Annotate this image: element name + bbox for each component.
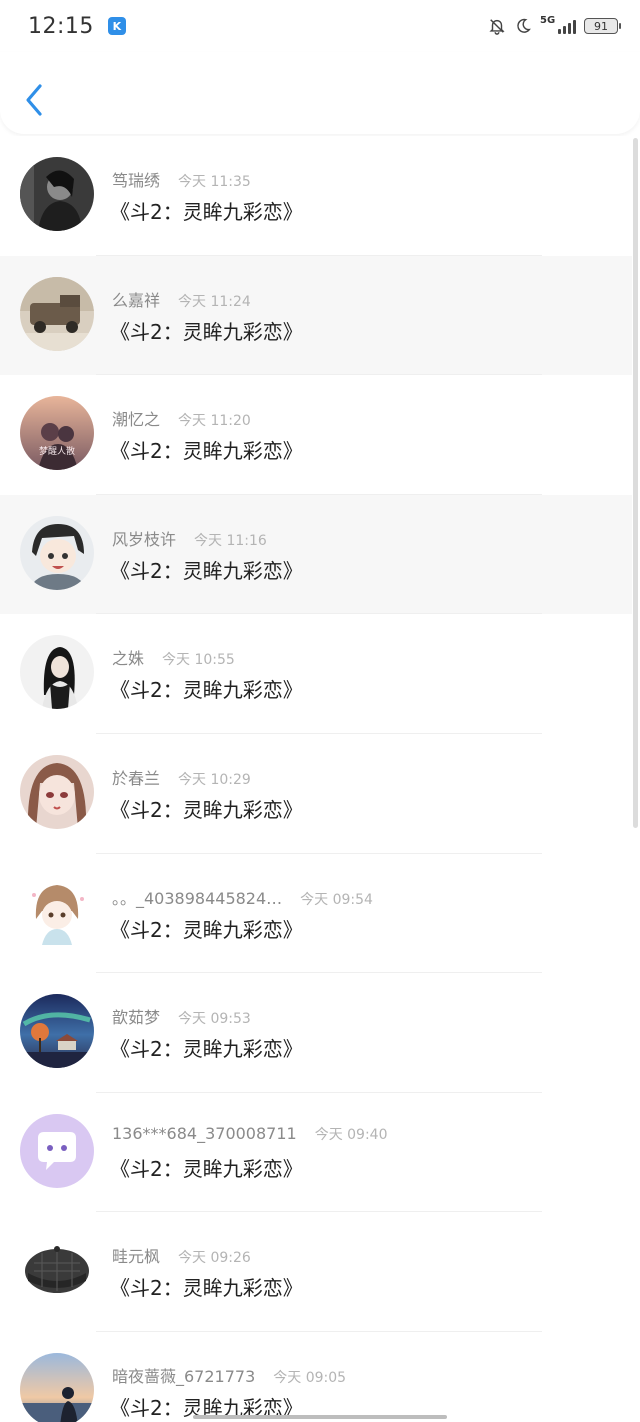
list-item[interactable]: 之姝 今天 10:55 《斗2：灵眸九彩恋》 xyxy=(0,614,632,734)
list-item[interactable]: 畦元枫 今天 09:26 《斗2：灵眸九彩恋》 xyxy=(0,1212,632,1332)
status-time: 12:15 xyxy=(28,13,94,39)
avatar[interactable] xyxy=(20,1113,94,1188)
comment-text: 《斗2：灵眸九彩恋》 xyxy=(110,200,303,224)
list-item[interactable]: 笃瑞绣 今天 11:35 《斗2：灵眸九彩恋》 xyxy=(0,136,632,256)
user-name[interactable]: 么嘉祥 xyxy=(112,287,160,311)
home-indicator[interactable] xyxy=(193,1415,447,1419)
item-meta: 暗夜蔷薇_6721773 今天 09:05 xyxy=(112,1363,346,1387)
item-meta: 之姝 今天 10:55 xyxy=(112,645,235,669)
comment-text: 《斗2：灵眸九彩恋》 xyxy=(110,797,303,822)
list-item[interactable]: 梦醒人散 潮忆之 今天 11:20 《斗2：灵眸九彩恋》 xyxy=(0,375,632,495)
timestamp: 今天 11:20 xyxy=(178,413,251,430)
bell-off-icon xyxy=(489,19,505,35)
status-bar: 12:15 K 5G 91 xyxy=(0,0,640,52)
top-nav xyxy=(0,52,640,134)
avatar[interactable] xyxy=(20,635,94,710)
timestamp: 今天 11:24 xyxy=(178,293,251,310)
item-meta: 潮忆之 今天 11:20 xyxy=(112,406,251,430)
user-name[interactable]: 潮忆之 xyxy=(112,406,160,430)
timestamp: 今天 09:26 xyxy=(178,1250,251,1267)
timestamp: 今天 11:35 xyxy=(178,174,251,190)
user-name[interactable]: 136***684_370008711 xyxy=(112,1124,297,1143)
item-meta: 歆茹梦 今天 09:53 xyxy=(112,1004,251,1028)
user-name[interactable]: 之姝 xyxy=(112,645,144,669)
comment-text: 《斗2：灵眸九彩恋》 xyxy=(110,678,303,703)
comment-text: 《斗2：灵眸九彩恋》 xyxy=(110,1276,303,1301)
user-name[interactable]: 。。_403898445824… xyxy=(112,885,282,909)
user-name[interactable]: 暗夜蔷薇_6721773 xyxy=(112,1363,255,1387)
moon-icon xyxy=(517,18,531,33)
timestamp: 今天 11:16 xyxy=(194,532,267,549)
avatar[interactable] xyxy=(20,1233,94,1308)
user-name[interactable]: 风岁枝许 xyxy=(112,526,176,550)
avatar[interactable] xyxy=(20,515,94,590)
scrollbar[interactable] xyxy=(633,138,638,828)
comment-text: 《斗2：灵眸九彩恋》 xyxy=(110,439,303,464)
network-label: 5G xyxy=(540,15,556,26)
list-item[interactable]: 风岁枝许 今天 11:16 《斗2：灵眸九彩恋》 xyxy=(0,494,632,615)
timestamp: 今天 10:29 xyxy=(178,771,251,788)
item-meta: 。。_403898445824… 今天 09:54 xyxy=(112,885,373,909)
avatar[interactable] xyxy=(20,276,94,351)
comment-text: 《斗2：灵眸九彩恋》 xyxy=(110,1037,303,1062)
user-name[interactable]: 畦元枫 xyxy=(112,1243,160,1267)
app-notification-icon: K xyxy=(107,17,126,35)
avatar[interactable] xyxy=(20,1352,94,1422)
item-meta: 於春兰 今天 10:29 xyxy=(112,765,251,789)
comment-text: 《斗2：灵眸九彩恋》 xyxy=(110,1156,303,1181)
timestamp: 今天 09:40 xyxy=(314,1126,388,1143)
list-item[interactable]: 歆茹梦 今天 09:53 《斗2：灵眸九彩恋》 xyxy=(0,973,632,1093)
comment-text: 《斗2：灵眸九彩恋》 xyxy=(110,558,303,583)
item-meta: 畦元枫 今天 09:26 xyxy=(112,1243,251,1267)
list-item[interactable]: 暗夜蔷薇_6721773 今天 09:05 《斗2：灵眸九彩恋》 xyxy=(0,1331,632,1422)
chevron-left-icon[interactable] xyxy=(18,80,52,120)
timestamp: 今天 10:55 xyxy=(162,652,235,669)
timestamp: 今天 09:54 xyxy=(300,891,373,908)
comment-text: 《斗2：灵眸九彩恋》 xyxy=(110,319,303,344)
comment-text: 《斗2：灵眸九彩恋》 xyxy=(110,917,303,942)
user-name[interactable]: 笃瑞绣 xyxy=(112,167,160,191)
avatar[interactable]: 梦醒人散 xyxy=(20,396,94,471)
avatar[interactable] xyxy=(20,994,94,1069)
item-meta: 笃瑞绣 今天 11:35 xyxy=(112,167,251,191)
item-meta: 风岁枝许 今天 11:16 xyxy=(112,526,267,550)
timestamp: 今天 09:05 xyxy=(273,1369,347,1386)
list-item[interactable]: 於春兰 今天 10:29 《斗2：灵眸九彩恋》 xyxy=(0,733,632,854)
status-icons: 5G 91 xyxy=(488,15,621,35)
avatar[interactable] xyxy=(20,874,94,949)
svg-text:梦醒人散: 梦醒人散 xyxy=(39,445,75,457)
user-name[interactable]: 歆茹梦 xyxy=(112,1004,160,1028)
comment-list: 笃瑞绣 今天 11:35 《斗2：灵眸九彩恋》 么嘉祥 今天 11:24 《斗2… xyxy=(0,136,632,1422)
list-item[interactable]: 。。_403898445824… 今天 09:54 《斗2：灵眸九彩恋》 xyxy=(0,853,632,974)
item-meta: 么嘉祥 今天 11:24 xyxy=(112,287,251,311)
list-item[interactable]: 136***684_370008711 今天 09:40 《斗2：灵眸九彩恋》 xyxy=(0,1092,632,1213)
list-item[interactable]: 么嘉祥 今天 11:24 《斗2：灵眸九彩恋》 xyxy=(0,255,632,376)
item-meta: 136***684_370008711 今天 09:40 xyxy=(112,1124,388,1144)
timestamp: 今天 09:53 xyxy=(178,1011,251,1028)
avatar[interactable] xyxy=(20,157,94,231)
signal-icon: 5G xyxy=(540,15,576,34)
user-name[interactable]: 於春兰 xyxy=(112,765,160,789)
battery-icon: 91 xyxy=(584,18,621,34)
avatar[interactable] xyxy=(20,754,94,829)
